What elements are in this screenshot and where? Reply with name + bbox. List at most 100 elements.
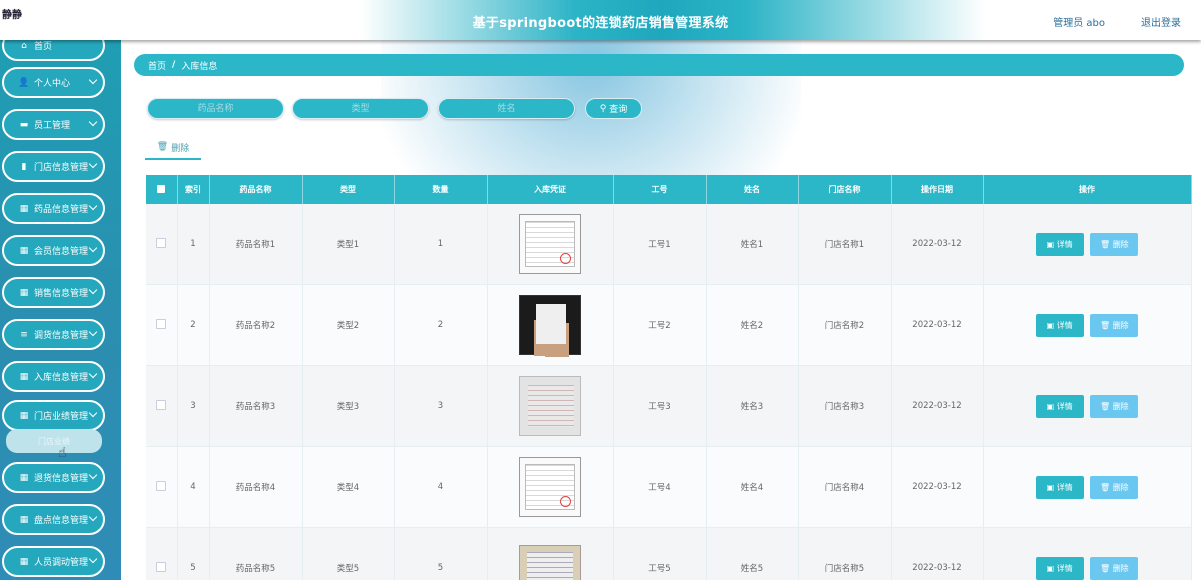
breadcrumb-current: 入库信息 (181, 61, 218, 72)
system-title: 基于springboot的连锁药店销售管理系统 (472, 16, 729, 31)
grid-icon: ▦ (19, 514, 29, 525)
trash-icon: 🗑 (1099, 239, 1113, 249)
cell-index: 4 (177, 446, 210, 528)
grid-icon: ▦ (19, 371, 29, 382)
cell-type: 类型3 (302, 365, 395, 447)
cell-employee-id: 工号3 (613, 365, 707, 447)
table-row: 5 药品名称5 类型5 5 工号5 姓名5 门店名称5 2022-03-12 ▣… (146, 527, 1192, 580)
chevron-down-icon (88, 201, 98, 211)
chevron-down-icon (88, 159, 98, 169)
row-checkbox[interactable] (146, 446, 178, 528)
sidebar-item-store-performance[interactable]: ▦ 门店业绩管理 (2, 400, 105, 431)
query-button[interactable]: ⚲ 查询 (585, 98, 642, 119)
sidebar-item-label: 药品信息管理 (34, 205, 89, 215)
detail-button[interactable]: ▣ 详情 (1035, 475, 1084, 499)
sidebar: ⌂ 首页 👤 个人中心 ▬ 员工管理 ▮ 门店信息管理 ▦ 药品信息管理 ▦ 会… (0, 40, 121, 580)
delete-button[interactable]: 🗑 删除 (1090, 394, 1139, 418)
sidebar-item-inbound-info[interactable]: ▦ 入库信息管理 (2, 361, 105, 392)
table-row: 1 药品名称1 类型1 1 工号1 姓名1 门店名称1 2022-03-12 ▣… (146, 204, 1192, 285)
sidebar-item-label: 首页 (34, 42, 53, 52)
table-row: 3 药品名称3 类型3 3 工号3 姓名3 门店名称3 2022-03-12 ▣… (146, 365, 1192, 447)
cell-voucher (487, 284, 614, 366)
col-header-voucher: 入库凭证 (487, 175, 614, 204)
logout-link[interactable]: 退出登录 (1141, 14, 1181, 29)
grid-icon: ▦ (19, 203, 29, 214)
sidebar-item-employee-mgmt[interactable]: ▬ 员工管理 (2, 109, 105, 140)
document-icon: ▣ (1046, 401, 1057, 411)
cell-type: 类型2 (302, 284, 395, 366)
drug-name-search-input[interactable] (147, 98, 284, 119)
sidebar-item-label: 员工管理 (34, 121, 71, 131)
clipboard-icon: ▮ (21, 161, 27, 172)
cell-quantity: 3 (394, 365, 488, 447)
cell-drug-name: 药品名称4 (209, 446, 303, 528)
voucher-image[interactable] (519, 457, 581, 517)
col-header-quantity: 数量 (394, 175, 488, 204)
cell-drug-name: 药品名称5 (209, 527, 303, 580)
sidebar-item-transfer-info[interactable]: ≡ 调货信息管理 (2, 319, 105, 350)
detail-button[interactable]: ▣ 详情 (1035, 313, 1084, 337)
cell-quantity: 5 (394, 527, 488, 580)
breadcrumb: 首页 / 入库信息 (134, 54, 1184, 76)
cell-quantity: 2 (394, 284, 488, 366)
voucher-image[interactable] (519, 214, 581, 274)
detail-button[interactable]: ▣ 详情 (1035, 556, 1084, 580)
chevron-down-icon (88, 327, 98, 337)
cell-employee-id: 工号2 (613, 284, 707, 366)
detail-button[interactable]: ▣ 详情 (1035, 232, 1084, 256)
chevron-down-icon (88, 117, 98, 127)
col-header-actions: 操作 (983, 175, 1192, 204)
table-header-row: 索引 药品名称 类型 数量 入库凭证 工号 姓名 门店名称 操作日期 操作 (146, 175, 1192, 204)
chevron-down-icon (88, 243, 98, 253)
sidebar-item-store-info[interactable]: ▮ 门店信息管理 (2, 151, 105, 182)
voucher-image[interactable] (519, 545, 581, 580)
detail-button[interactable]: ▣ 详情 (1035, 394, 1084, 418)
row-checkbox[interactable] (146, 527, 178, 580)
row-checkbox[interactable] (146, 284, 178, 366)
cell-actions: ▣ 详情 🗑 删除 (983, 365, 1192, 447)
cell-index: 2 (177, 284, 210, 366)
name-search-input[interactable] (438, 98, 575, 119)
sidebar-item-drug-info[interactable]: ▦ 药品信息管理 (2, 193, 105, 224)
delete-button[interactable]: 🗑 删除 (1090, 556, 1139, 580)
cell-index: 1 (177, 204, 210, 285)
sidebar-item-sales-info[interactable]: ▦ 销售信息管理 (2, 277, 105, 308)
type-search-input[interactable] (292, 98, 429, 119)
sidebar-item-return-info[interactable]: ▦ 退货信息管理 (2, 462, 105, 493)
sidebar-item-inventory-check[interactable]: ▦ 盘点信息管理 (2, 504, 105, 535)
col-header-type: 类型 (302, 175, 395, 204)
table-row: 2 药品名称2 类型2 2 工号2 姓名2 门店名称2 2022-03-12 ▣… (146, 284, 1192, 366)
row-checkbox[interactable] (146, 365, 178, 447)
select-all-checkbox[interactable] (146, 175, 178, 204)
cell-name: 姓名5 (706, 527, 799, 580)
cell-drug-name: 药品名称1 (209, 204, 303, 285)
trash-icon: 🗑 (156, 142, 169, 152)
top-bar: 静静 基于springboot的连锁药店销售管理系统 管理员 abo 退出登录 (0, 0, 1201, 40)
voucher-image[interactable] (519, 295, 581, 355)
submenu-item-store-performance[interactable]: 门店业绩 (6, 429, 102, 453)
sidebar-item-personal-center[interactable]: 👤 个人中心 (2, 67, 105, 98)
col-header-index: 索引 (177, 175, 210, 204)
sidebar-item-member-info[interactable]: ▦ 会员信息管理 (2, 235, 105, 266)
cell-name: 姓名4 (706, 446, 799, 528)
batch-delete-label: 删除 (171, 143, 190, 154)
inbound-table: 索引 药品名称 类型 数量 入库凭证 工号 姓名 门店名称 操作日期 操作 1 … (146, 175, 1192, 580)
cell-store-name: 门店名称3 (798, 365, 892, 447)
grid-icon: ▦ (19, 287, 29, 298)
breadcrumb-home[interactable]: 首页 (148, 59, 166, 72)
cell-store-name: 门店名称5 (798, 527, 892, 580)
col-header-drug-name: 药品名称 (209, 175, 303, 204)
cell-employee-id: 工号4 (613, 446, 707, 528)
trash-icon: 🗑 (1099, 563, 1113, 573)
batch-delete-button[interactable]: 🗑 删除 (145, 136, 201, 160)
row-checkbox[interactable] (146, 204, 178, 285)
sidebar-item-staff-transfer[interactable]: ▦ 人员调动管理 (2, 546, 105, 577)
sidebar-item-home[interactable]: ⌂ 首页 (2, 40, 105, 61)
voucher-image[interactable] (519, 376, 581, 436)
delete-button[interactable]: 🗑 删除 (1090, 232, 1139, 256)
delete-button[interactable]: 🗑 删除 (1090, 475, 1139, 499)
delete-button[interactable]: 🗑 删除 (1090, 313, 1139, 337)
grid-icon: ▦ (19, 245, 29, 256)
list-icon: ≡ (20, 329, 28, 340)
search-icon: ⚲ (599, 103, 607, 114)
